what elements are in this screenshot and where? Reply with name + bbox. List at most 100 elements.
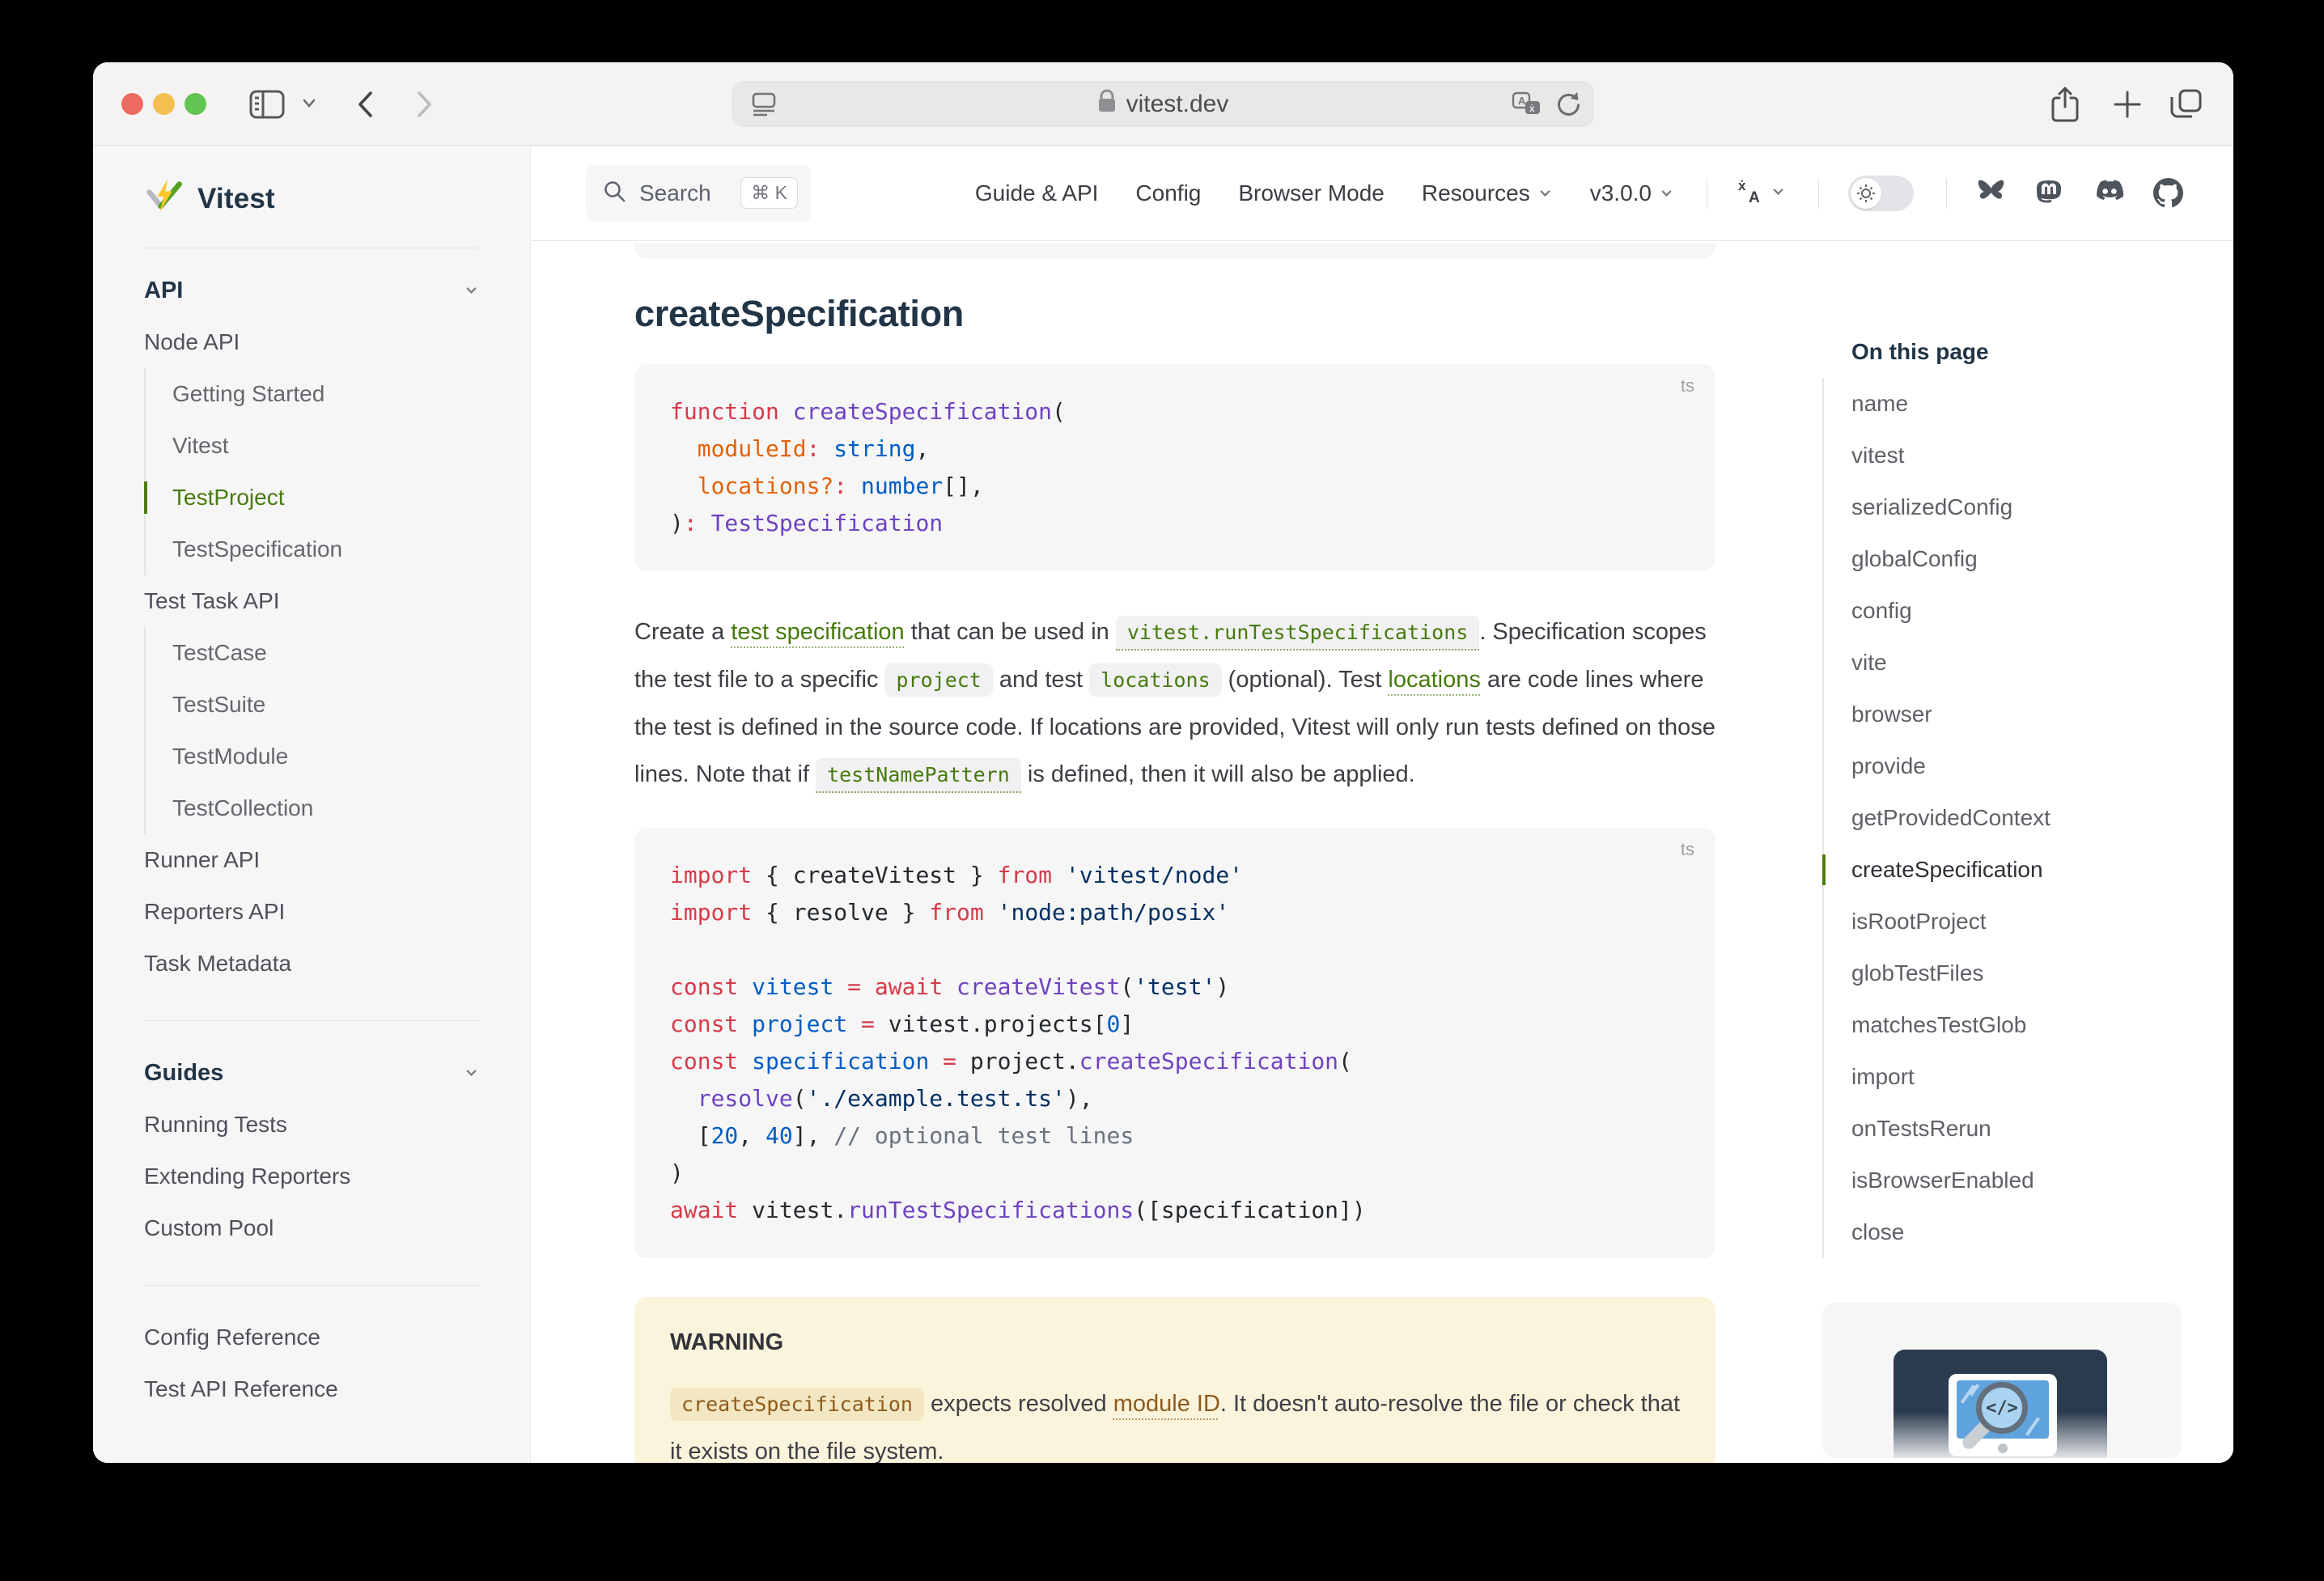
forward-button[interactable] bbox=[407, 87, 439, 126]
code-line: resolve('./example.test.ts'), bbox=[670, 1080, 1683, 1117]
brand[interactable]: Vitest bbox=[144, 180, 479, 218]
toc-item-matchestestglob[interactable]: matchesTestGlob bbox=[1824, 999, 2211, 1051]
text-run: Create a bbox=[634, 619, 731, 645]
nav-links: Guide & API Config Browser Mode Resources v3… bbox=[938, 176, 2183, 211]
chevron-down-icon[interactable] bbox=[300, 97, 318, 114]
github-icon[interactable] bbox=[2153, 178, 2183, 208]
address-bar[interactable]: vitest.dev A ẋ bbox=[732, 81, 1594, 127]
minimize-window-button[interactable] bbox=[153, 93, 175, 115]
sidebar-item-testproject[interactable]: TestProject bbox=[172, 472, 479, 523]
sidebar-item-getting started[interactable]: Getting Started bbox=[172, 368, 479, 420]
sidebar-section-guides[interactable]: Guides bbox=[144, 1047, 479, 1099]
sidebar-item-config-reference[interactable]: Config Reference bbox=[144, 1312, 479, 1363]
code-lines: function createSpecification( moduleId: … bbox=[670, 393, 1683, 542]
sidebar-item-test-task-api[interactable]: Test Task API bbox=[144, 575, 479, 627]
toc-item-name[interactable]: name bbox=[1824, 378, 2211, 430]
theme-toggle[interactable] bbox=[1848, 176, 1914, 211]
translate-icon[interactable]: A ẋ bbox=[1512, 91, 1542, 121]
sidebar-item-testcollection[interactable]: TestCollection bbox=[172, 782, 479, 834]
close-window-button[interactable] bbox=[121, 93, 143, 115]
sidebar-item-testsuite[interactable]: TestSuite bbox=[172, 679, 479, 731]
toc-item-isrootproject[interactable]: isRootProject bbox=[1824, 896, 2211, 947]
tab-overview-icon[interactable] bbox=[2166, 85, 2205, 128]
sidebar-item-task-metadata[interactable]: Task Metadata bbox=[144, 938, 479, 990]
svg-text:A: A bbox=[1518, 95, 1526, 107]
warning-title: WARNING bbox=[670, 1329, 1680, 1356]
sidebar-item-runner-api[interactable]: Runner API bbox=[144, 834, 479, 886]
toc-item-globtestfiles[interactable]: globTestFiles bbox=[1824, 947, 2211, 999]
sidebar-item-test-api-reference[interactable]: Test API Reference bbox=[144, 1363, 479, 1415]
toc-item-createspecification[interactable]: createSpecification bbox=[1824, 844, 2211, 896]
sidebar-item-testmodule[interactable]: TestModule bbox=[172, 731, 479, 782]
text-run: that can be used in bbox=[905, 619, 1116, 645]
svg-text:ẋ: ẋ bbox=[1738, 178, 1746, 193]
toc-item-isbrowserenabled[interactable]: isBrowserEnabled bbox=[1824, 1155, 2211, 1206]
toc-item-import[interactable]: import bbox=[1824, 1051, 2211, 1103]
sidebar-item-reporters-api[interactable]: Reporters API bbox=[144, 886, 479, 938]
share-icon[interactable] bbox=[2046, 85, 2084, 128]
toc-item-globalconfig[interactable]: globalConfig bbox=[1824, 533, 2211, 585]
language-button[interactable]: ẋA bbox=[1737, 176, 1786, 210]
sidebar-item-extending-reporters[interactable]: Extending Reporters bbox=[144, 1151, 479, 1202]
text-run: and test bbox=[993, 667, 1089, 693]
sidebar-item-testspecification[interactable]: TestSpecification bbox=[172, 523, 479, 575]
code-line: [20, 40], // optional test lines bbox=[670, 1117, 1683, 1155]
text-link[interactable]: test specification bbox=[731, 619, 904, 645]
inline-code: locations bbox=[1089, 663, 1221, 697]
nav-link-guide-api[interactable]: Guide & API bbox=[975, 180, 1099, 206]
search-button[interactable]: Search ⌘ K bbox=[586, 165, 811, 222]
toc-item-getprovidedcontext[interactable]: getProvidedContext bbox=[1824, 792, 2211, 844]
code-line bbox=[670, 931, 1683, 969]
nav-dropdown-resources[interactable]: Resources bbox=[1422, 180, 1553, 206]
toc-item-serializedconfig[interactable]: serializedConfig bbox=[1824, 481, 2211, 533]
zoom-window-button[interactable] bbox=[184, 93, 206, 115]
code-line: await vitest.runTestSpecifications([spec… bbox=[670, 1192, 1683, 1229]
toc-item-ontestsrerun[interactable]: onTestsRerun bbox=[1824, 1103, 2211, 1155]
sponsor-card[interactable]: </> bbox=[1822, 1303, 2182, 1458]
search-icon bbox=[602, 179, 626, 207]
sidebar-item-testcase[interactable]: TestCase bbox=[172, 627, 479, 679]
sidebar-toggle-icon[interactable] bbox=[248, 87, 286, 126]
nav-link-browser-mode[interactable]: Browser Mode bbox=[1238, 180, 1385, 206]
text-link[interactable]: locations bbox=[1388, 667, 1480, 693]
sidebar-group: Getting StartedVitestTestProjectTestSpec… bbox=[144, 368, 479, 575]
bluesky-icon[interactable] bbox=[1976, 178, 2006, 208]
content-area: createSpecification ts function createSp… bbox=[531, 241, 2233, 1463]
text-run: is defined, then it will also be applied… bbox=[1021, 761, 1415, 787]
on-this-page-title: On this page bbox=[1822, 326, 2211, 378]
monitor-stand-dot bbox=[1998, 1443, 2008, 1453]
new-tab-icon[interactable] bbox=[2110, 87, 2145, 126]
inline-code-link[interactable]: vitest.runTestSpecifications bbox=[1116, 616, 1479, 651]
code-line: const project = vitest.projects[0] bbox=[670, 1006, 1683, 1043]
code-line: const vitest = await createVitest('test'… bbox=[670, 969, 1683, 1006]
sidebar-item-running-tests[interactable]: Running Tests bbox=[144, 1099, 479, 1151]
inline-code-link[interactable]: testNamePattern bbox=[816, 758, 1021, 793]
sidebar-item-node-api[interactable]: Node API bbox=[144, 316, 479, 368]
nav-link-config[interactable]: Config bbox=[1135, 180, 1201, 206]
warning-body: createSpecification expects resolved mod… bbox=[670, 1380, 1680, 1463]
previous-codeblock-tail bbox=[634, 243, 1715, 259]
divider bbox=[144, 1285, 479, 1286]
sidebar-group: TestCaseTestSuiteTestModuleTestCollectio… bbox=[144, 627, 479, 834]
sidebar-section-api[interactable]: API bbox=[144, 265, 479, 316]
sidebar-item-vitest[interactable]: Vitest bbox=[172, 420, 479, 472]
code-block-signature: ts function createSpecification( moduleI… bbox=[634, 364, 1715, 571]
toc-item-vitest[interactable]: vitest bbox=[1824, 430, 2211, 481]
toc-item-close[interactable]: close bbox=[1824, 1206, 2211, 1258]
toc-item-provide[interactable]: provide bbox=[1824, 740, 2211, 792]
description-paragraph: Create a test specification that can be … bbox=[634, 608, 1719, 799]
nav-dropdown-v3-0-0[interactable]: v3.0.0 bbox=[1590, 180, 1674, 206]
divider bbox=[1946, 178, 1947, 209]
chevron-down-icon bbox=[1771, 184, 1786, 203]
sidebar-item-custom-pool[interactable]: Custom Pool bbox=[144, 1202, 479, 1254]
reload-icon[interactable] bbox=[1554, 91, 1581, 122]
toc-item-config[interactable]: config bbox=[1824, 585, 2211, 637]
discord-icon[interactable] bbox=[2094, 178, 2124, 208]
toc-item-vite[interactable]: vite bbox=[1824, 637, 2211, 689]
chevron-down-icon bbox=[1659, 180, 1674, 206]
back-button[interactable] bbox=[350, 87, 383, 126]
chevron-down-icon bbox=[464, 1060, 479, 1087]
text-link[interactable]: module ID bbox=[1113, 1391, 1220, 1417]
toc-item-browser[interactable]: browser bbox=[1824, 689, 2211, 740]
mastodon-icon[interactable] bbox=[2035, 178, 2065, 208]
